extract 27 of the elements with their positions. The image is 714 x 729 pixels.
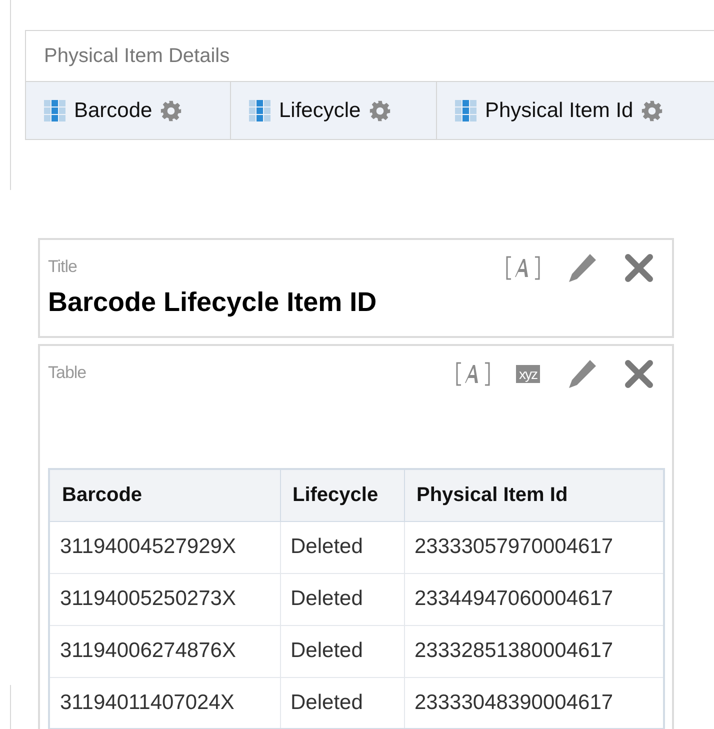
view-label: Table xyxy=(48,362,86,384)
column-chip[interactable]: Lifecycle xyxy=(231,82,437,139)
table-cell: 31194004527929X xyxy=(49,521,280,573)
grid-icon xyxy=(455,100,477,122)
column-header: Lifecycle xyxy=(280,469,404,521)
table-cell: Deleted xyxy=(280,625,404,677)
pencil-icon[interactable] xyxy=(566,252,598,284)
report-title: Barcode Lifecycle Item ID xyxy=(47,286,378,319)
table-cell: Deleted xyxy=(280,573,404,625)
text-format-icon[interactable] xyxy=(456,361,490,387)
column-chip[interactable]: Barcode xyxy=(26,82,231,139)
gear-icon[interactable] xyxy=(641,100,664,122)
text-format-icon[interactable] xyxy=(506,255,540,281)
grid-icon xyxy=(44,100,66,122)
gear-icon[interactable] xyxy=(368,100,391,122)
pencil-icon[interactable] xyxy=(566,358,598,390)
panel-title: Physical Item Details xyxy=(43,44,231,69)
grid-icon xyxy=(249,100,271,122)
view-label: Title xyxy=(48,256,77,278)
table-cell: Deleted xyxy=(280,521,404,573)
close-icon[interactable] xyxy=(624,253,654,283)
column-header: Barcode xyxy=(49,469,280,521)
column-chip[interactable]: Physical Item Id xyxy=(437,82,714,139)
table-cell: 31194006274876X xyxy=(49,625,280,677)
close-icon[interactable] xyxy=(624,359,654,389)
gear-icon[interactable] xyxy=(160,100,182,122)
table-cell: 31194005250273X xyxy=(49,573,280,625)
